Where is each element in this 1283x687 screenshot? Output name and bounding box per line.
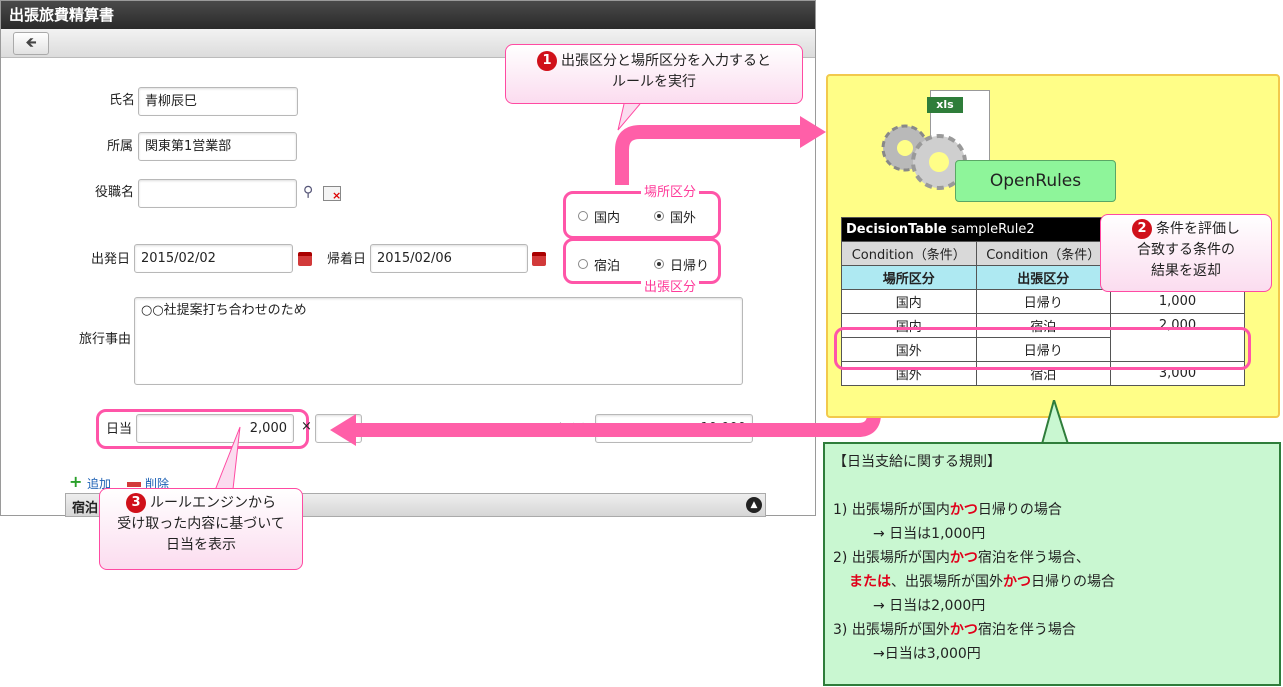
callout-2-line1: 2 条件を評価し: [1101, 219, 1271, 240]
rule-and: かつ: [949, 550, 978, 566]
step-badge: 3: [126, 493, 146, 513]
rule-1-result: → 日当は1,000円: [873, 526, 986, 542]
arrow-to-engine-head: [800, 116, 826, 148]
openrules-label: OpenRules: [955, 160, 1116, 202]
rules-pointer: [1040, 400, 1070, 444]
rule-text: 1) 出張場所が国内: [833, 502, 950, 518]
callout-2-text: 条件を評価し: [1156, 221, 1240, 237]
rule-text: 3) 出張場所が国外: [833, 622, 950, 638]
xls-label: xls: [927, 97, 963, 113]
decision-table-title: DecisionTable sampleRule2: [841, 217, 1111, 242]
table-cell: 日帰り: [975, 289, 1111, 314]
rules-panel: 【日当支給に関する規則】 1) 出張場所が国内かつ日帰りの場合 → 日当は1,0…: [823, 442, 1281, 686]
callout-3-line1: 3 ルールエンジンから: [100, 493, 302, 514]
step-badge: 2: [1132, 219, 1152, 239]
callout-3-line2: 受け取った内容に基づいて: [117, 516, 285, 532]
rule-2-cont: または、出張場所が国外かつ日帰りの場合: [833, 570, 1279, 594]
rule-2-result: → 日当は2,000円: [873, 598, 986, 614]
table-header-cell: 場所区分: [841, 265, 977, 290]
arrow-to-form-head: [330, 414, 356, 446]
callout-1-line1: 1 出張区分と場所区分を入力すると: [506, 51, 802, 72]
rule-2: 2) 出張場所が国内かつ宿泊を伴う場合、: [833, 546, 1279, 570]
title-rest: sampleRule2: [946, 222, 1035, 237]
table-cell: 国内: [841, 289, 977, 314]
callout-2: 2 条件を評価し 合致する条件の 結果を返却: [1100, 214, 1272, 292]
table-header-cell: 出張区分: [975, 265, 1111, 290]
rule-text: 日帰りの場合: [1031, 574, 1115, 590]
title-bold: DecisionTable: [846, 222, 947, 237]
rule-3: 3) 出張場所が国外かつ宿泊を伴う場合: [833, 618, 1279, 642]
callout-3-line3: 日当を表示: [166, 537, 236, 553]
rules-heading: 【日当支給に関する規則】: [833, 454, 1001, 470]
matched-row-highlight: [834, 327, 1251, 370]
callout-2-line2: 合致する条件の: [1137, 242, 1235, 258]
table-cell: 1,000: [1110, 289, 1245, 314]
arrow-to-engine: [615, 125, 800, 185]
rule-text: 宿泊を伴う場合、: [977, 550, 1090, 566]
rule-or: または: [849, 574, 891, 590]
rule-text: 2) 出張場所が国内: [833, 550, 950, 566]
rule-and: かつ: [949, 502, 978, 518]
rule-3-result: →日当は3,000円: [873, 646, 981, 662]
rule-text: 、出張場所が国外: [891, 574, 1003, 590]
arrow-to-form: [355, 388, 881, 437]
table-cell: Condition（条件）: [841, 241, 977, 266]
table-cell: Condition（条件）: [975, 241, 1111, 266]
rule-and: かつ: [949, 622, 978, 638]
callout-2-line3: 結果を返却: [1151, 263, 1221, 279]
callout-1-text: 出張区分と場所区分を入力すると: [561, 53, 771, 69]
callout-1: 1 出張区分と場所区分を入力すると ルールを実行: [505, 44, 803, 104]
rule-text: 日帰りの場合: [977, 502, 1062, 518]
callout-3: 3 ルールエンジンから 受け取った内容に基づいて 日当を表示: [99, 488, 303, 570]
table-row: 国内 日帰り 1,000: [841, 289, 1245, 314]
rule-1: 1) 出張場所が国内かつ日帰りの場合: [833, 498, 1279, 522]
step-badge: 1: [537, 51, 557, 71]
callout-3-text: ルールエンジンから: [150, 495, 276, 511]
callout-1-line2: ルールを実行: [612, 74, 696, 90]
rule-text: 宿泊を伴う場合: [977, 622, 1076, 638]
rule-and: かつ: [1003, 574, 1031, 590]
